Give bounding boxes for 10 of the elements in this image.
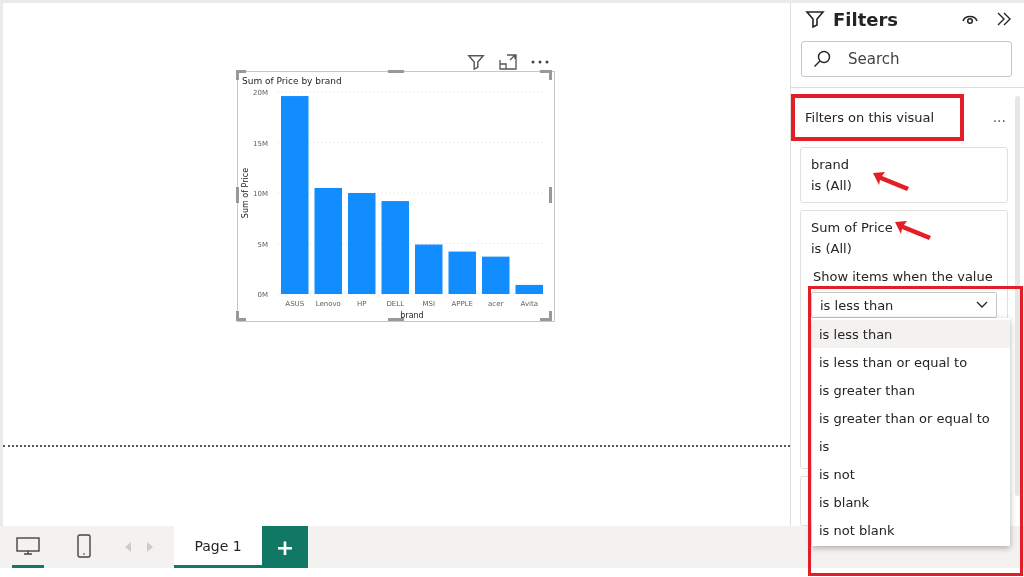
- pane-title: Filters: [833, 8, 900, 30]
- filter-prompt: Show items when the value: [813, 269, 994, 284]
- filter-field: Sum of Price: [811, 217, 893, 238]
- filter-summary: is (All): [811, 240, 852, 258]
- axis-title: brand: [400, 311, 424, 320]
- axis-title: Sum of Price: [241, 167, 250, 219]
- section-title: Filters on this visual: [791, 93, 965, 141]
- chart-title: Sum of Price by brand: [242, 76, 342, 86]
- filter-summary: is (All): [811, 177, 852, 195]
- filter-field: brand: [811, 154, 850, 175]
